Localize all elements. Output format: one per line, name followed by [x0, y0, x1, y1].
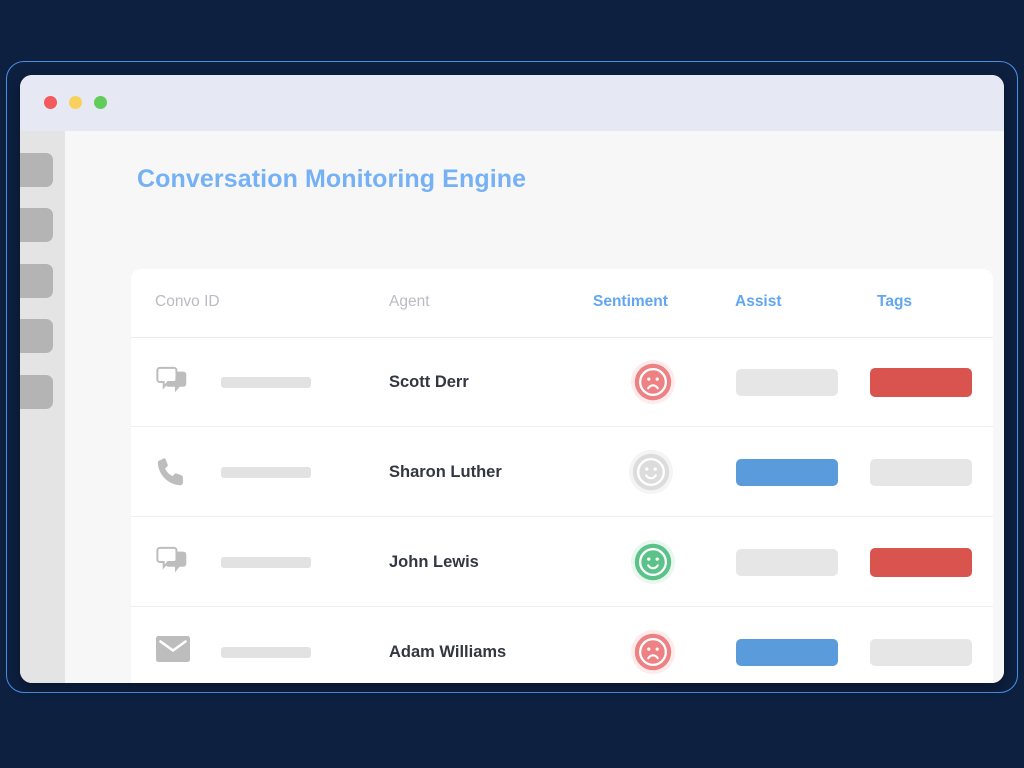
chat-icon [155, 545, 193, 579]
assist-indicator[interactable] [736, 638, 838, 666]
browser-window: Conversation Monitoring Engine Convo ID … [20, 75, 1004, 683]
agent-name: Scott Derr [389, 372, 469, 391]
chat-icon [155, 365, 193, 399]
tag-indicator[interactable] [870, 638, 972, 666]
tag-indicator[interactable] [870, 547, 972, 577]
table-header-row: Convo ID Agent Sentiment Assist Tags [131, 269, 993, 338]
channel-cell [155, 607, 201, 683]
desktop-background: Conversation Monitoring Engine Convo ID … [0, 0, 1024, 768]
sad-face-icon[interactable] [630, 629, 676, 675]
agent-name: Sharon Luther [389, 462, 502, 481]
assist-indicator[interactable] [736, 368, 838, 396]
tags-cell [853, 337, 989, 427]
convo-id-cell [221, 607, 361, 683]
assist-cell [719, 607, 855, 683]
neutral-face-icon[interactable] [628, 449, 674, 495]
maximize-button[interactable] [94, 96, 107, 109]
agent-cell: John Lewis [389, 517, 579, 607]
agent-name: John Lewis [389, 552, 479, 571]
convo-id-cell [221, 517, 361, 607]
channel-cell [155, 337, 201, 427]
app-sidebar [20, 131, 65, 683]
sidebar-item-4[interactable] [20, 319, 53, 353]
sentiment-cell [593, 337, 713, 427]
table-row[interactable]: Scott Derr [131, 337, 993, 427]
convo-id-cell [221, 337, 361, 427]
agent-cell: Sharon Luther [389, 427, 579, 517]
assist-cell [719, 337, 855, 427]
agent-cell: Scott Derr [389, 337, 579, 427]
page-title: Conversation Monitoring Engine [137, 165, 527, 193]
channel-cell [155, 427, 201, 517]
sentiment-cell [593, 607, 713, 683]
column-header-sentiment[interactable]: Sentiment [593, 293, 668, 311]
assist-indicator[interactable] [736, 548, 838, 576]
tag-indicator[interactable] [870, 458, 972, 486]
convo-id-placeholder [221, 646, 311, 658]
sidebar-item-2[interactable] [20, 208, 53, 242]
assist-indicator[interactable] [736, 458, 838, 486]
convo-id-placeholder [221, 466, 311, 478]
convo-id-cell [221, 427, 361, 517]
sad-face-icon[interactable] [630, 359, 676, 405]
column-header-agent[interactable]: Agent [389, 293, 430, 311]
tags-cell [853, 517, 989, 607]
close-button[interactable] [44, 96, 57, 109]
agent-name: Adam Williams [389, 642, 507, 661]
table-row[interactable]: Adam Williams [131, 607, 993, 683]
table-row[interactable]: Sharon Luther [131, 427, 993, 517]
table-row[interactable]: John Lewis [131, 517, 993, 607]
browser-viewport: Conversation Monitoring Engine Convo ID … [20, 131, 1004, 683]
sidebar-item-3[interactable] [20, 264, 53, 298]
email-icon [155, 635, 193, 669]
tag-indicator[interactable] [870, 367, 972, 397]
sidebar-item-5[interactable] [20, 375, 53, 409]
tags-cell [853, 607, 989, 683]
conversation-table-card: Convo ID Agent Sentiment Assist Tags Sco… [131, 269, 993, 683]
column-header-convo-id[interactable]: Convo ID [155, 293, 220, 311]
convo-id-placeholder [221, 376, 311, 388]
column-header-tags[interactable]: Tags [877, 293, 912, 311]
sidebar-item-1[interactable] [20, 153, 53, 187]
browser-chrome [20, 75, 1004, 131]
sentiment-cell [593, 517, 713, 607]
agent-cell: Adam Williams [389, 607, 579, 683]
window-controls [44, 96, 107, 109]
convo-id-placeholder [221, 556, 311, 568]
assist-cell [719, 517, 855, 607]
main-content: Conversation Monitoring Engine Convo ID … [65, 131, 1004, 683]
minimize-button[interactable] [69, 96, 82, 109]
channel-cell [155, 517, 201, 607]
assist-cell [719, 427, 855, 517]
column-header-assist[interactable]: Assist [735, 293, 782, 311]
sentiment-cell [593, 427, 713, 517]
happy-face-icon[interactable] [630, 539, 676, 585]
phone-icon [155, 455, 193, 489]
tags-cell [853, 427, 989, 517]
